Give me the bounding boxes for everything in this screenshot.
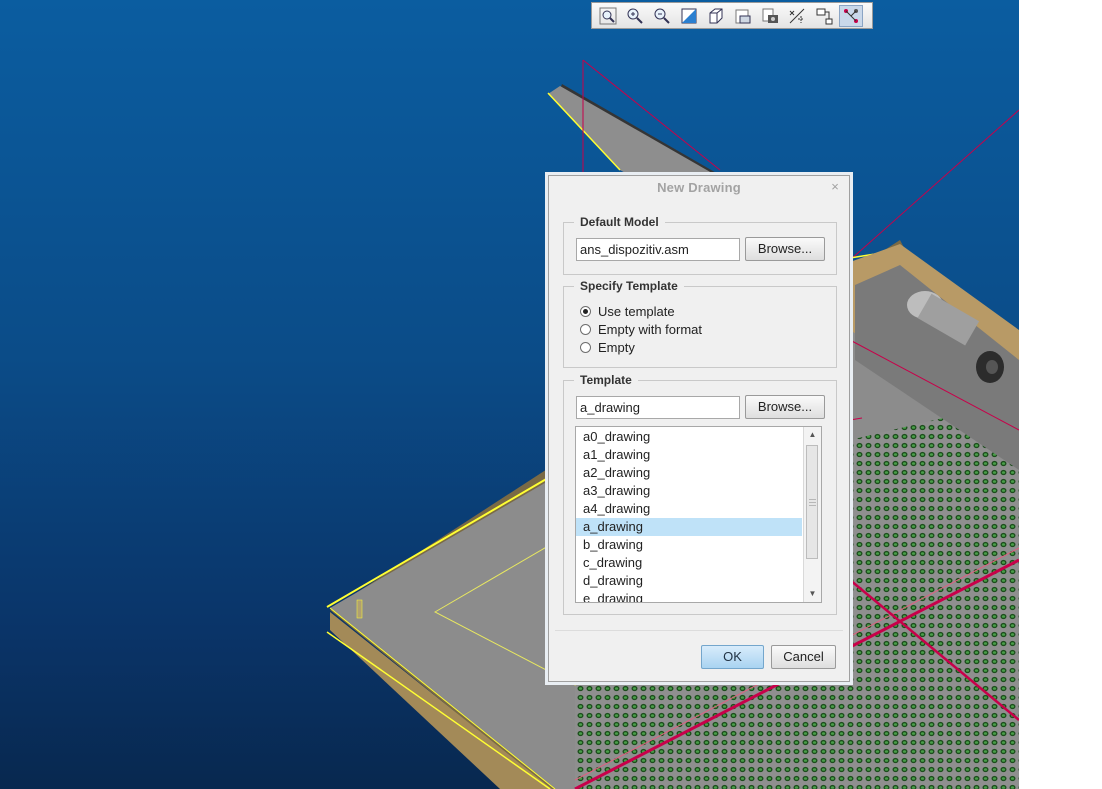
- list-item[interactable]: a1_drawing: [576, 446, 802, 464]
- radio-use-template[interactable]: Use template: [580, 302, 675, 320]
- zoom-out-icon: [654, 8, 670, 24]
- display-style-button[interactable]: [704, 5, 728, 27]
- display-style-icon: [709, 8, 723, 23]
- list-item[interactable]: d_drawing: [576, 572, 802, 590]
- annotation-display-icon: [816, 8, 833, 24]
- radio-label: Empty with format: [598, 321, 703, 337]
- datum-display-icon: [789, 8, 805, 23]
- refit-button[interactable]: [596, 5, 620, 27]
- radio-checked-icon[interactable]: [580, 305, 591, 317]
- spin-center-icon: [844, 8, 858, 23]
- spin-center-button[interactable]: [839, 4, 863, 27]
- assembly-model-view: [326, 59, 1019, 789]
- grip-icon: — — —: [809, 496, 816, 509]
- zoom-in-button[interactable]: [623, 5, 647, 27]
- list-item[interactable]: a0_drawing: [576, 428, 802, 446]
- list-item[interactable]: c_drawing: [576, 554, 802, 572]
- ok-button[interactable]: OK: [701, 645, 764, 669]
- browse-model-button[interactable]: Browse...: [745, 237, 825, 261]
- default-model-label: Default Model: [574, 215, 665, 229]
- specify-template-label: Specify Template: [574, 279, 684, 293]
- list-item[interactable]: a2_drawing: [576, 464, 802, 482]
- scroll-thumb[interactable]: — — —: [806, 445, 818, 559]
- repaint-icon: [681, 8, 697, 23]
- list-item[interactable]: b_drawing: [576, 536, 802, 554]
- graphics-window[interactable]: my my my my my my New Drawing × Default …: [0, 0, 1019, 789]
- close-icon[interactable]: ×: [829, 180, 841, 193]
- dialog-separator: [555, 630, 843, 631]
- repaint-button[interactable]: [677, 5, 701, 27]
- list-item-selected[interactable]: a_drawing: [576, 518, 802, 536]
- template-field[interactable]: a_drawing: [576, 396, 740, 419]
- radio-label: Empty: [598, 339, 635, 355]
- cancel-button[interactable]: Cancel: [771, 645, 836, 669]
- annotation-display-button[interactable]: [812, 5, 836, 27]
- view-manager-button[interactable]: [758, 5, 782, 27]
- dialog-title: New Drawing: [657, 180, 741, 195]
- refit-icon: [599, 7, 617, 24]
- default-model-field[interactable]: ans_dispozitiv.asm: [576, 238, 740, 261]
- list-scrollbar[interactable]: ▲ — — — ▼: [803, 427, 821, 602]
- default-model-group: Default Model ans_dispozitiv.asm Browse.…: [563, 215, 837, 275]
- view-toolbar: [591, 2, 873, 29]
- radio-label: Use template: [598, 303, 675, 319]
- template-list[interactable]: a0_drawing a1_drawing a2_drawing a3_draw…: [575, 426, 822, 603]
- radio-unchecked-icon[interactable]: [580, 323, 591, 335]
- template-label: Template: [574, 373, 638, 387]
- browse-template-button[interactable]: Browse...: [745, 395, 825, 419]
- specify-template-group: Specify Template Use template Empty with…: [563, 279, 837, 368]
- saved-orientations-icon: [735, 9, 751, 23]
- list-item[interactable]: a4_drawing: [576, 500, 802, 518]
- new-drawing-dialog: New Drawing × Default Model ans_dispozit…: [548, 175, 850, 682]
- scroll-down-icon[interactable]: ▼: [804, 586, 821, 602]
- list-item[interactable]: a3_drawing: [576, 482, 802, 500]
- scroll-up-icon[interactable]: ▲: [804, 427, 821, 443]
- radio-empty-with-format[interactable]: Empty with format: [580, 320, 702, 338]
- datum-display-button[interactable]: [785, 5, 809, 27]
- list-item[interactable]: e_drawing: [576, 590, 802, 602]
- zoom-in-icon: [627, 8, 643, 24]
- view-manager-icon: [762, 8, 778, 23]
- radio-empty[interactable]: Empty: [580, 338, 635, 356]
- radio-unchecked-icon[interactable]: [580, 341, 591, 353]
- zoom-out-button[interactable]: [650, 5, 674, 27]
- saved-orientations-button[interactable]: [731, 5, 755, 27]
